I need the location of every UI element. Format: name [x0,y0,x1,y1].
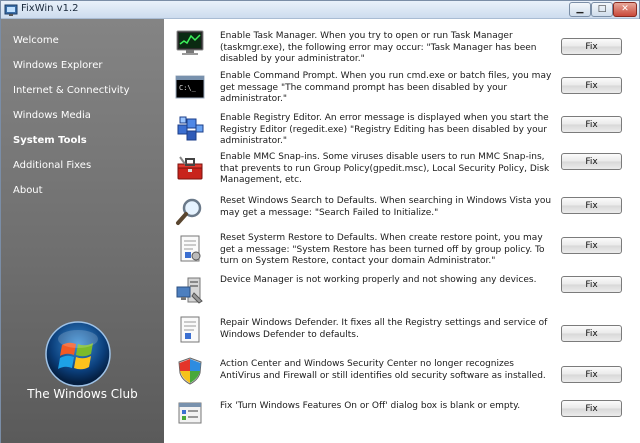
windows-features-icon [178,402,202,424]
fix-description: Fix 'Turn Windows Features On or Off' di… [220,401,521,411]
fix-button-command-prompt[interactable]: Fix [561,77,622,94]
mmc-toolbox-icon [177,156,203,180]
fix-description: Enable Command Prompt. When you run cmd.… [220,71,552,104]
fixes-panel: Enable Task Manager. When you try to ope… [164,19,640,443]
security-shield-icon [178,357,202,385]
task-manager-icon [176,30,204,55]
sidebar-item-windows-media[interactable]: Windows Media [13,110,91,121]
fix-description: Reset Systerm Restore to Defaults. When … [220,233,545,266]
fix-button-windows-defender[interactable]: Fix [561,325,622,342]
fix-button-task-manager[interactable]: Fix [561,38,622,55]
sidebar-item-additional-fixes[interactable]: Additional Fixes [13,160,91,171]
fix-description: Enable Registry Editor. An error message… [220,113,549,146]
sidebar-item-internet-connectivity[interactable]: Internet & Connectivity [13,85,130,96]
device-manager-icon [176,277,203,304]
system-restore-icon [180,235,201,262]
minimize-button[interactable]: ▁ [569,2,591,17]
maximize-icon: □ [597,4,607,14]
fix-description: Enable MMC Snap-ins. Some viruses disabl… [220,152,550,185]
fix-button-mmc-snap-ins[interactable]: Fix [561,153,622,170]
close-icon: ✕ [621,4,629,14]
brand-name: The Windows Club [27,387,138,401]
magnifier-icon [176,198,202,225]
fix-button-windows-search[interactable]: Fix [561,197,622,214]
fix-description: Repair Windows Defender. It fixes all th… [220,318,548,340]
maximize-button[interactable]: □ [591,2,613,17]
sidebar-item-welcome[interactable]: Welcome [13,35,59,46]
windows-defender-icon [180,316,200,343]
title-bar[interactable]: FixWin v1.2 ▁ □ ✕ [1,1,639,19]
fixwin-window: FixWin v1.2 ▁ □ ✕ Welcome Windows Explor… [0,0,640,443]
sidebar-item-system-tools[interactable]: System Tools [13,135,87,146]
minimize-icon: ▁ [576,4,584,14]
sidebar-item-about[interactable]: About [13,185,43,196]
fix-description: Enable Task Manager. When you try to ope… [220,31,537,64]
command-prompt-icon: C:\_ [175,75,205,99]
fix-description: Device Manager is not working properly a… [220,275,537,285]
fix-description: Action Center and Windows Security Cente… [220,359,546,381]
app-icon [4,4,18,16]
fix-button-windows-features[interactable]: Fix [561,400,622,417]
fix-button-action-center[interactable]: Fix [561,366,622,383]
fix-button-system-restore[interactable]: Fix [561,237,622,254]
fix-button-device-manager[interactable]: Fix [561,276,622,293]
fix-description: Reset Windows Search to Defaults. When s… [220,196,552,218]
sidebar-item-windows-explorer[interactable]: Windows Explorer [13,60,102,71]
close-button[interactable]: ✕ [613,2,637,17]
sidebar: Welcome Windows Explorer Internet & Conn… [1,19,164,443]
windows-logo-icon [45,321,111,387]
window-title: FixWin v1.2 [21,3,79,14]
fix-button-registry-editor[interactable]: Fix [561,116,622,133]
svg-text:C:\_: C:\_ [179,84,197,92]
registry-editor-icon [177,116,204,141]
